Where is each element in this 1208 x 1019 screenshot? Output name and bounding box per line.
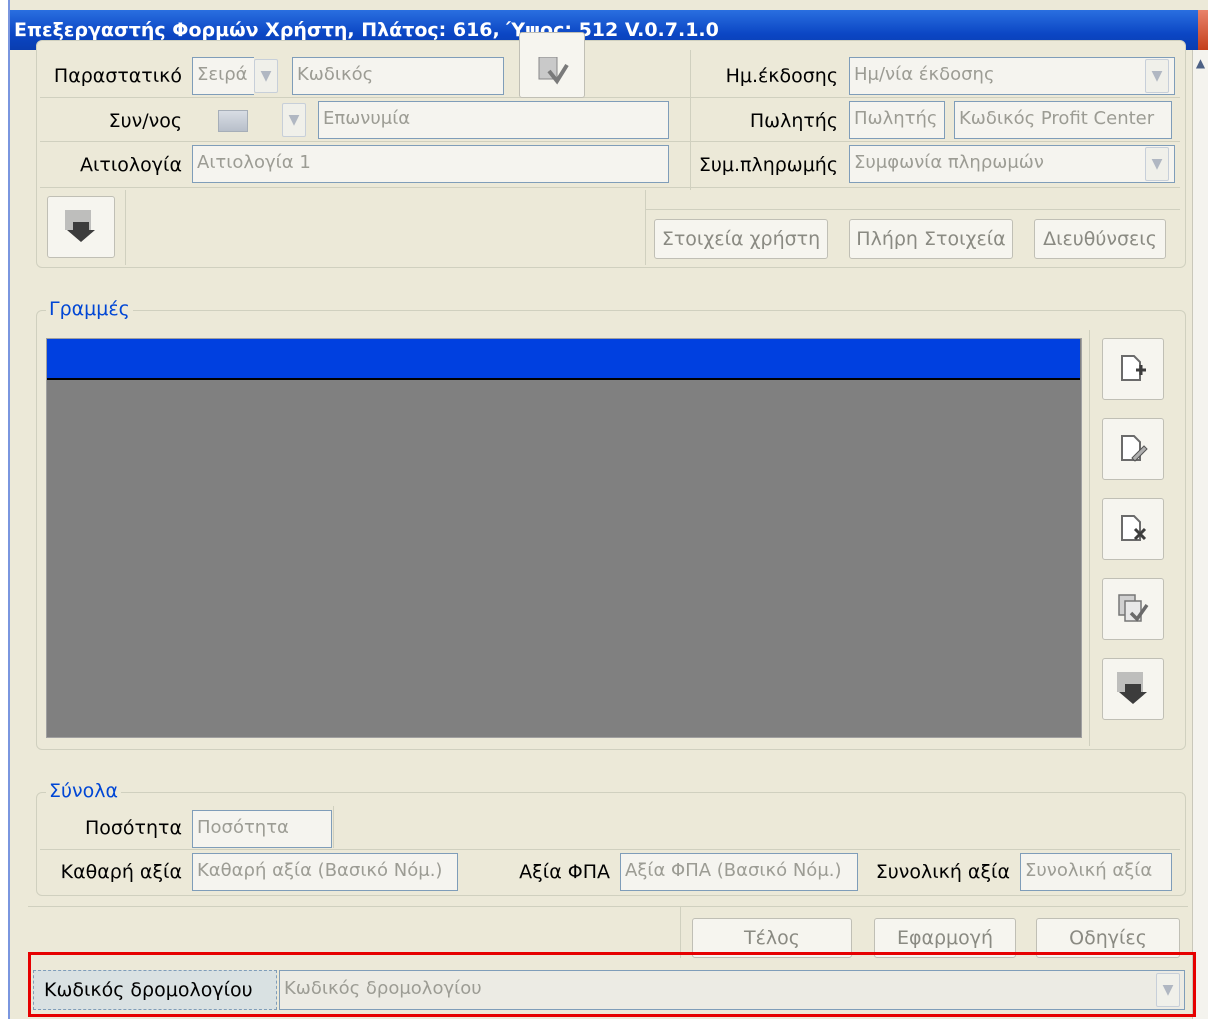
footer-top-line: [28, 906, 1188, 907]
seller-label: Πωλητής: [749, 110, 838, 132]
delete-line-icon: [1121, 515, 1147, 541]
delete-line-button[interactable]: [1102, 498, 1164, 560]
issue-date-field[interactable]: Ημ/νία έκδοσης: [849, 57, 1175, 95]
customer-image-field[interactable]: [192, 101, 280, 139]
total-label: Συνολική αξία: [875, 861, 1010, 883]
left-edge: [0, 0, 10, 1019]
header-col-line-a: [125, 190, 126, 265]
customer-label: Συν/νος: [108, 110, 182, 132]
chevron-down-icon: ▼: [260, 68, 272, 84]
chevron-down-icon: ▼: [1151, 68, 1163, 84]
edit-line-button[interactable]: [1102, 418, 1164, 480]
chevron-down-icon: ▼: [288, 112, 300, 128]
series-import-button[interactable]: [519, 32, 585, 98]
customer-dropdown-button[interactable]: ▼: [282, 103, 306, 137]
header-row-line-4: [645, 209, 1180, 210]
header-divider: [690, 50, 691, 190]
totals-title: Σύνολα: [46, 780, 122, 802]
close-button[interactable]: [1198, 10, 1208, 50]
import-lines-button[interactable]: [1102, 658, 1164, 720]
copy-line-icon: [1118, 594, 1149, 622]
document-label: Παραστατικό: [53, 65, 182, 87]
net-value-field[interactable]: Καθαρή αξία (Βασικό Νόμ.): [192, 853, 458, 891]
vat-field[interactable]: Αξία ΦΠΑ (Βασικό Νόμ.): [620, 853, 858, 891]
series-dropdown-button[interactable]: ▼: [254, 59, 278, 93]
customer-name-field[interactable]: Επωνυμία: [318, 101, 669, 139]
header-row-line-1: [40, 97, 1180, 98]
picture-icon: [218, 110, 248, 132]
payment-label: Συμ.πληρωμής: [698, 154, 838, 176]
seller-field[interactable]: Πωλητής: [849, 101, 945, 139]
lines-grid[interactable]: [46, 338, 1082, 738]
addresses-button[interactable]: Διευθύνσεις: [1034, 219, 1166, 259]
add-line-button[interactable]: [1102, 338, 1164, 400]
series-field[interactable]: Σειρά: [192, 57, 254, 95]
total-field[interactable]: Συνολική αξία: [1020, 853, 1172, 891]
profit-center-field[interactable]: Κωδικός Profit Center: [954, 101, 1172, 139]
scroll-up-icon[interactable]: ▲: [1194, 56, 1207, 76]
chevron-down-icon: ▼: [1151, 156, 1163, 172]
issue-date-dropdown-button[interactable]: ▼: [1145, 59, 1169, 93]
header-import-button[interactable]: [47, 196, 115, 258]
net-value-label: Καθαρή αξία: [60, 861, 182, 883]
reason-label: Αιτιολογία: [80, 154, 182, 176]
header-col-line-b: [645, 190, 646, 265]
issue-date-label: Ημ.έκδοσης: [725, 65, 838, 87]
edit-line-icon: [1121, 435, 1148, 462]
code-field[interactable]: Κωδικός: [292, 57, 504, 95]
full-data-button[interactable]: Πλήρη Στοιχεία: [849, 219, 1013, 259]
import-icon: [538, 57, 569, 85]
user-data-button[interactable]: Στοιχεία χρήστη: [654, 219, 828, 259]
payment-dropdown-button[interactable]: ▼: [1145, 147, 1169, 181]
add-line-icon: [1121, 355, 1146, 381]
totals-vline: [333, 806, 334, 848]
header-row-line-3: [40, 187, 1180, 188]
import-lines-icon: [1117, 672, 1147, 704]
copy-line-button[interactable]: [1102, 578, 1164, 640]
quantity-label: Ποσότητα: [84, 817, 182, 839]
lines-grid-header[interactable]: [47, 339, 1080, 380]
totals-row-line: [40, 849, 1180, 850]
header-row-line-2: [40, 141, 1180, 142]
lines-button-divider: [1089, 330, 1090, 746]
vertical-scrollbar[interactable]: [1192, 50, 1208, 1019]
reason-field[interactable]: Αιτιολογία 1: [192, 145, 669, 183]
payment-field[interactable]: Συμφωνία πληρωμών: [849, 145, 1175, 183]
highlight-box: [28, 952, 1196, 1017]
lines-title: Γραμμές: [46, 298, 133, 320]
vat-label: Αξία ΦΠΑ: [519, 861, 610, 883]
import-icon: [65, 210, 95, 242]
quantity-field[interactable]: Ποσότητα: [192, 810, 332, 848]
